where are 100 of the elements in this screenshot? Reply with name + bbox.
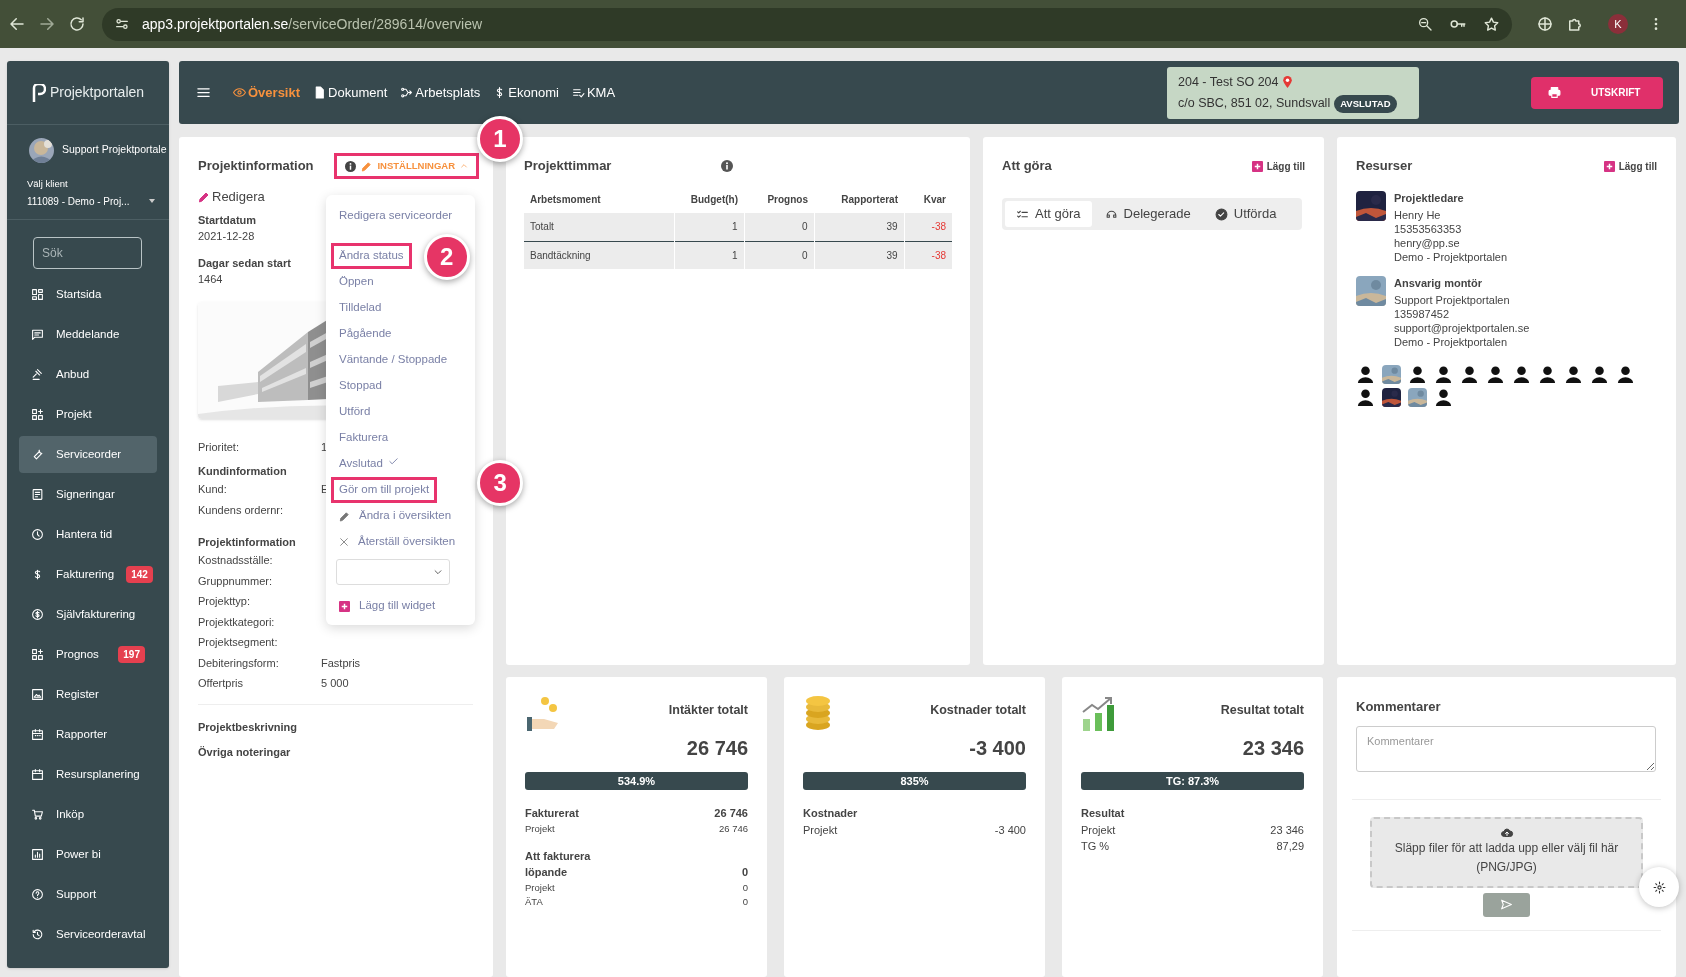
sidebar-item[interactable]: Serviceorder [19,436,157,474]
upload-dropzone[interactable]: Släpp filer för att ladda upp eller välj fil här (PNG/JPG) [1370,816,1643,888]
menu-item[interactable]: Tilldelad [331,295,390,321]
field-label: Offertpris [198,676,245,691]
sidebar-item[interactable]: Support [19,876,157,914]
nav-tab[interactable]: Arbetsplats [400,82,481,103]
segment-tab[interactable]: Att göra [1005,201,1092,227]
menu-item[interactable]: Pågående [331,321,400,347]
sidebar-item[interactable]: Power bi [19,836,157,874]
column-header: Rapporterat [814,185,904,213]
person-icon [1434,365,1453,384]
add-button[interactable]: Lägg till [1251,158,1305,174]
info-icon [721,160,734,172]
calendar-icon [31,728,44,742]
menu-item[interactable]: Lägg till widget [331,593,444,619]
column-header: Kvar [904,185,952,213]
sidebar-item[interactable]: Anbud [19,356,157,394]
field-label: Debiteringsform: [198,655,280,671]
nav-tab[interactable]: Översikt [233,82,301,103]
settings-button[interactable] [1639,867,1679,907]
person-icon [1564,365,1583,384]
segment-tab[interactable]: Delegerade [1093,201,1202,227]
sidebar-item[interactable]: Projekt [19,396,157,434]
sidebar-item[interactable]: Meddelande [19,316,157,354]
field-value: Fastpris [321,655,361,671]
nav-tab[interactable]: Ekonomi [493,82,559,103]
sidebar-item[interactable]: Signeringar [19,476,157,514]
sidebar-item[interactable]: Serviceorderavtal [19,916,157,954]
back-icon [8,15,26,33]
percentage-bar: 835% [803,772,1026,790]
sidebar-item[interactable]: Självfakturering [19,596,157,634]
menu-item[interactable]: Avslutad [331,451,407,477]
search-field[interactable]: Sök [33,237,142,270]
row-label: ÄTA [525,895,543,909]
sidebar-item[interactable]: Register [19,676,157,714]
address-bar[interactable]: app3.projektportalen.se/serviceOrder/289614/overview [102,7,1512,41]
row-value: 0 [742,880,748,895]
person-icon [1460,365,1479,384]
table-cell: 0 [744,213,814,241]
sidebar-item[interactable]: Inköp [19,796,157,834]
person-icon [1486,365,1505,384]
person-detail: Support Projektportalen [1394,293,1511,307]
send-button[interactable] [1483,892,1530,917]
table-cell: 1 [674,241,744,269]
nav-tab[interactable]: KMA [571,82,616,103]
field-label: Gruppnummer: [198,573,273,589]
add-button[interactable]: Lägg till [1603,158,1657,174]
sidebar-item[interactable]: Hantera tid [19,516,157,554]
menu-item[interactable]: Väntande / Stoppade [331,347,456,373]
send-icon [1500,898,1513,911]
menu-item[interactable]: Gör om till projekt [331,477,438,503]
table-cell: 39 [814,241,904,269]
client-label: Välj klient [26,177,69,191]
profile-avatar[interactable]: K [1608,14,1628,34]
menu-item[interactable]: Återställ översikten [331,529,464,555]
field-label: Projekttyp: [198,594,251,609]
row-value: 23 346 [1270,822,1304,838]
dollar-circle-icon [31,608,44,622]
menu-item[interactable]: Fakturera [331,425,397,451]
coin-stack-icon [803,695,833,731]
person-icon [1538,365,1557,384]
sidebar-item[interactable]: Prognos 197 [19,636,157,674]
person-detail: support@projektportalen.se [1394,321,1530,335]
cloud-upload-icon [1499,827,1514,839]
field-label: Startdatum [198,212,257,228]
document-icon [31,488,44,502]
menu-item[interactable]: Redigera serviceorder [331,203,461,229]
help-icon [31,888,44,902]
star-icon [1483,15,1500,33]
message-icon [31,328,44,342]
table-cell: Totalt [524,213,674,241]
menu-item[interactable]: Öppen [331,269,382,295]
gavel-icon [31,368,44,382]
field-label: Projektkategori: [198,614,276,630]
edit-link[interactable]: Redigera [198,187,265,207]
document-icon [313,86,327,99]
menu-item[interactable]: Utförd [331,399,379,425]
sidebar-item[interactable]: Startsida [19,276,157,314]
site-settings-icon [114,16,130,32]
nav-tab[interactable]: Dokument [313,82,388,103]
group-value: 0 [741,865,748,881]
menu-item[interactable]: Ändra i översikten [331,503,460,529]
sidebar-item[interactable]: Rapporter [19,716,157,754]
sidebar-item[interactable]: Resursplanering [19,756,157,794]
count-badge: 197 [118,646,145,664]
info-icon [345,160,357,172]
field-value: 1464 [198,272,223,287]
client-select[interactable]: 111089 - Demo - Proj... [7,193,169,210]
comment-field[interactable]: Kommentarer [1356,725,1656,772]
extension-icon [1536,15,1554,33]
segment-tab[interactable]: Utförda [1203,201,1288,227]
apps-icon [31,408,44,422]
print-button[interactable]: UTSKRIFT [1531,76,1663,109]
dropdown-select[interactable] [336,559,450,585]
field-label: Kostnadsställe: [198,553,274,568]
row-value: -3 400 [994,822,1026,838]
sidebar-item[interactable]: Fakturering 142 [19,556,157,594]
pencil-icon [361,160,373,172]
group-label: Resultat [1081,806,1126,821]
menu-item[interactable]: Stoppad [331,373,390,399]
